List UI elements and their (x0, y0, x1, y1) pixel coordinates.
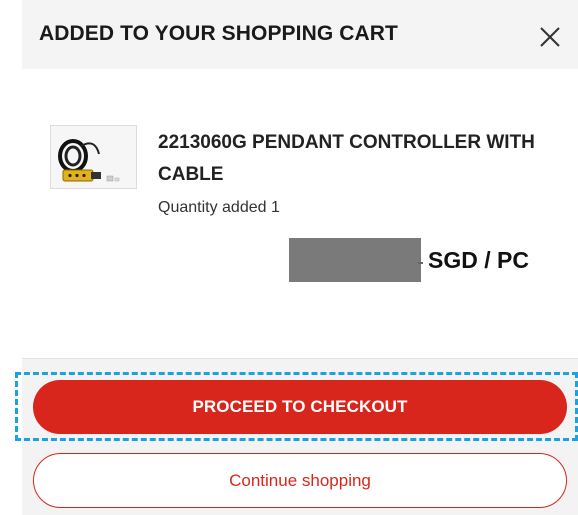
proceed-to-checkout-button[interactable]: PROCEED TO CHECKOUT (33, 380, 567, 434)
close-button[interactable] (535, 22, 565, 52)
price-redacted (289, 238, 421, 282)
dialog-header: ADDED TO YOUR SHOPPING CART (22, 0, 578, 69)
quantity-added: Quantity added 1 (158, 199, 280, 216)
close-icon (540, 27, 560, 47)
continue-shopping-button[interactable]: Continue shopping (33, 453, 567, 508)
price-unit: SGD / PC (428, 247, 529, 273)
product-thumbnail[interactable] (50, 125, 137, 189)
price-separator (418, 262, 423, 264)
pendant-controller-image (51, 126, 136, 188)
product-name[interactable]: 2213060G PENDANT CONTROLLER WITH CABLE (158, 127, 568, 191)
added-to-cart-dialog: ADDED TO YOUR SHOPPING CART 2213060G PEN… (0, 0, 578, 515)
dialog-title: ADDED TO YOUR SHOPPING CART (39, 22, 398, 45)
